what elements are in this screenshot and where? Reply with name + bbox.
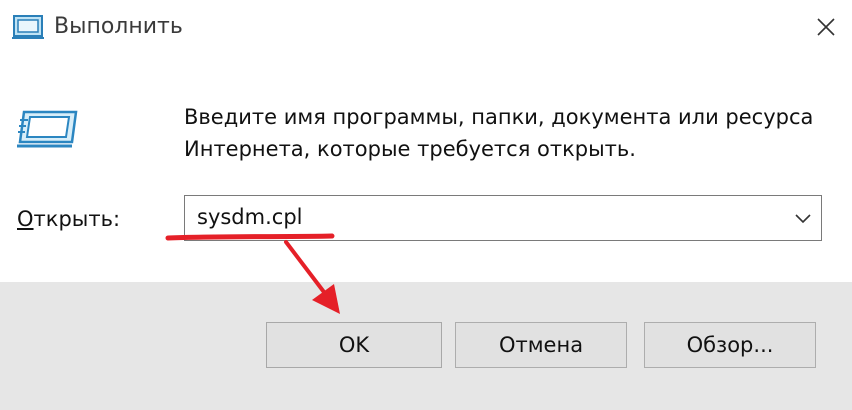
browse-button[interactable]: Обзор... (644, 322, 816, 368)
open-label-accelerator: О (17, 207, 34, 231)
chevron-down-icon[interactable] (791, 206, 815, 230)
open-input[interactable]: sysdm.cpl (197, 203, 302, 231)
open-label: Открыть: (17, 205, 120, 233)
run-dialog: Выполнить Введите имя программы, папки, … (0, 0, 852, 410)
open-label-text: ткрыть: (33, 207, 121, 231)
close-icon[interactable] (806, 8, 846, 46)
dialog-body (0, 56, 852, 282)
instruction-line-2: Интернета, которые требуется открыть. (184, 137, 636, 161)
title-bar: Выполнить (0, 0, 852, 56)
run-icon (12, 15, 44, 39)
cancel-button[interactable]: Отмена (455, 322, 627, 368)
instruction-text: Введите имя программы, папки, документа … (184, 101, 834, 165)
open-combobox[interactable]: sysdm.cpl (184, 195, 822, 241)
window-title: Выполнить (54, 14, 183, 39)
ok-button[interactable]: OK (266, 322, 442, 368)
run-program-icon (17, 110, 78, 148)
instruction-line-1: Введите имя программы, папки, документа … (184, 105, 814, 129)
